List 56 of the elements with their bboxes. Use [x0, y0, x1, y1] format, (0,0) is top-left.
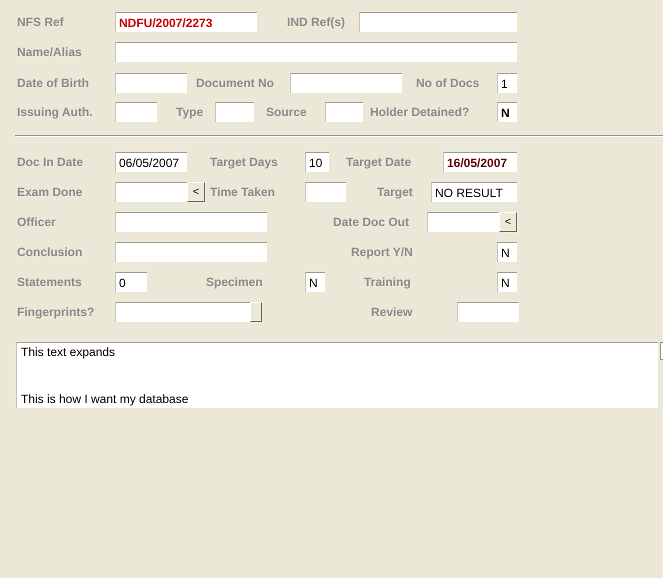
text-field[interactable]: 06/05/2007: [115, 152, 187, 172]
text-field[interactable]: 0: [115, 272, 147, 292]
text-field[interactable]: [115, 73, 187, 94]
dropdown-button[interactable]: <: [499, 212, 517, 232]
field-label: Fingerprints?: [17, 304, 96, 322]
field-label: Time Taken: [210, 184, 276, 202]
field-label: Type: [176, 104, 204, 122]
field-label: Conclusion: [17, 244, 84, 262]
field-label: Target: [377, 184, 414, 202]
field-label: Source: [266, 104, 308, 122]
text-field[interactable]: [115, 242, 267, 262]
text-field[interactable]: 10: [305, 152, 329, 172]
field-label: Report Y/N: [351, 244, 414, 262]
text-field[interactable]: [290, 73, 402, 94]
field-label: Statements: [17, 274, 83, 292]
field-label: Name/Alias: [17, 44, 83, 62]
text-field[interactable]: 16/05/2007: [443, 152, 517, 172]
field-label: Specimen: [206, 274, 264, 292]
text-field[interactable]: N: [497, 272, 517, 292]
field-label: Exam Done: [17, 184, 84, 202]
text-field[interactable]: [115, 102, 157, 122]
text-field[interactable]: [305, 182, 346, 202]
memo-text: This is how I want my database: [21, 392, 188, 406]
text-field[interactable]: [325, 102, 363, 122]
field-label: Holder Detained?: [370, 104, 470, 122]
memo-text: This text expands: [21, 345, 116, 360]
field-label: Date Doc Out: [333, 214, 410, 232]
combo-field[interactable]: [115, 182, 187, 202]
field-label: Target Days: [210, 154, 279, 172]
text-field[interactable]: NDFU/2007/2273: [115, 12, 257, 32]
combo-field[interactable]: [115, 302, 250, 322]
text-field[interactable]: NO RESULT: [431, 182, 517, 202]
field-label: Date of Birth: [17, 75, 90, 92]
field-label: Target Date: [346, 154, 412, 172]
combo-field[interactable]: [427, 212, 499, 232]
field-label: Training: [364, 274, 412, 292]
field-label: Officer: [17, 214, 57, 232]
text-field[interactable]: [115, 42, 517, 62]
field-label: No of Docs: [416, 75, 480, 92]
memo-field[interactable]: This text expands This is how I want my database: [16, 342, 658, 408]
text-field[interactable]: N: [497, 242, 517, 262]
text-field[interactable]: [215, 102, 254, 122]
text-field[interactable]: [115, 212, 267, 232]
dropdown-button[interactable]: [250, 302, 262, 322]
field-label: IND Ref(s): [287, 14, 346, 32]
field-label: Review: [371, 304, 414, 322]
text-field[interactable]: N: [305, 272, 325, 292]
text-field[interactable]: 1: [497, 73, 517, 94]
field-label: Document No: [196, 75, 275, 92]
text-field[interactable]: [359, 12, 517, 32]
field-label: NFS Ref: [17, 14, 65, 32]
text-field[interactable]: [457, 302, 519, 322]
text-field[interactable]: N: [497, 102, 517, 122]
field-label: Doc In Date: [17, 154, 84, 172]
field-label: Issuing Auth.: [17, 104, 94, 122]
dropdown-button[interactable]: <: [187, 182, 205, 202]
